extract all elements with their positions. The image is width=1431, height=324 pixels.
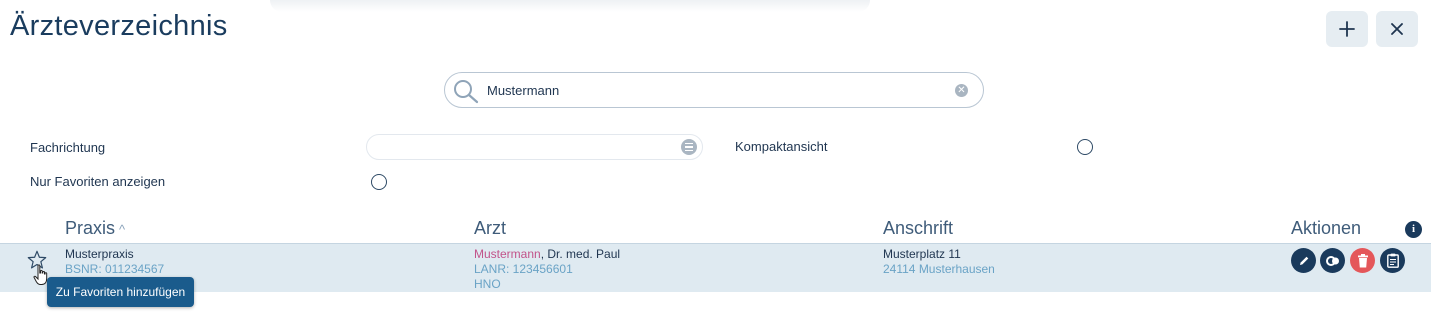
column-header-anschrift[interactable]: Anschrift	[883, 218, 953, 239]
kompaktansicht-label: Kompaktansicht	[735, 139, 828, 154]
kompaktansicht-toggle[interactable]	[1077, 139, 1093, 155]
praxis-name: Musterpraxis	[65, 247, 134, 261]
search-icon	[454, 80, 479, 104]
arzt-name: Mustermann, Dr. med. Paul	[474, 247, 620, 262]
search-input[interactable]	[487, 81, 927, 99]
column-header-aktionen: Aktionen	[1291, 218, 1362, 238]
arzt-fachrichtung: HNO	[474, 277, 501, 291]
close-button[interactable]	[1376, 11, 1418, 47]
link-button[interactable]	[1320, 248, 1345, 273]
address-city: 24114 Musterhausen	[883, 262, 995, 276]
top-shade	[270, 0, 870, 12]
arzt-name-rest: , Dr. med. Paul	[540, 247, 621, 261]
sort-ascending-icon: ^	[119, 222, 126, 237]
info-icon[interactable]: i	[1405, 221, 1422, 238]
table-row[interactable]	[0, 243, 1431, 292]
column-header-praxis-label: Praxis	[65, 218, 116, 238]
arzt-lastname-highlight: Mustermann	[474, 247, 541, 261]
edit-button[interactable]	[1291, 248, 1316, 273]
pencil-icon	[1299, 256, 1308, 265]
clipboard-button[interactable]	[1380, 248, 1405, 273]
favoriten-label: Nur Favoriten anzeigen	[30, 174, 166, 189]
search-bar: ✕	[444, 72, 984, 108]
favorite-tooltip: Zu Favoriten hinzufügen	[47, 277, 194, 307]
clipboard-icon	[1386, 253, 1399, 268]
favoriten-toggle[interactable]	[371, 174, 387, 190]
fachrichtung-select[interactable]	[366, 134, 703, 160]
arzt-lanr: LANR: 123456601	[474, 262, 573, 276]
delete-button[interactable]	[1350, 248, 1375, 273]
praxis-bsnr: BSNR: 011234567	[65, 262, 165, 276]
clear-icon[interactable]: ✕	[955, 84, 968, 97]
page-title: Ärzteverzeichnis	[10, 10, 228, 42]
trash-icon	[1357, 253, 1368, 267]
fachrichtung-label: Fachrichtung	[30, 140, 106, 155]
column-header-praxis[interactable]: Praxis ^	[65, 218, 125, 239]
column-header-arzt[interactable]: Arzt	[474, 218, 506, 239]
plus-icon	[1339, 21, 1355, 37]
list-icon[interactable]	[681, 139, 697, 155]
link-icon	[1325, 255, 1339, 266]
add-button[interactable]	[1326, 11, 1368, 47]
address-street: Musterplatz 11	[883, 247, 961, 261]
close-icon	[1391, 23, 1403, 35]
